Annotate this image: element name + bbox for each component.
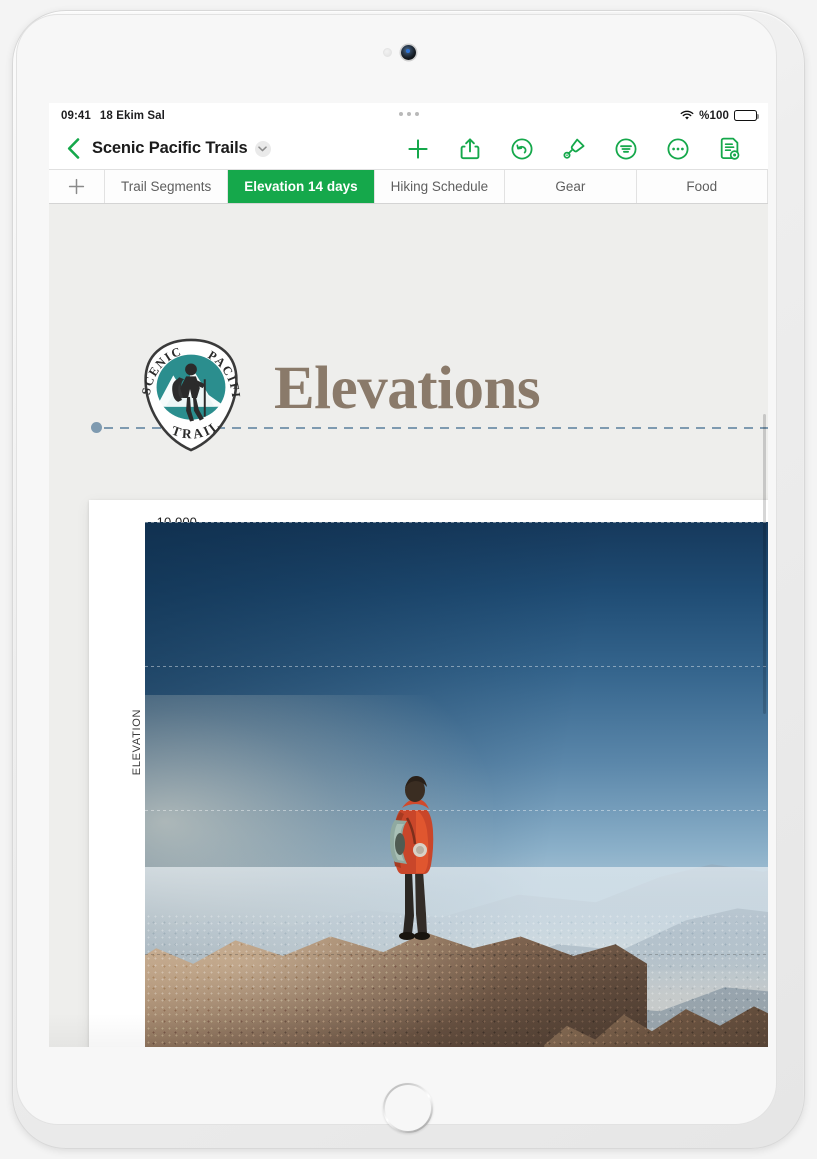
wifi-icon — [680, 110, 694, 121]
sheet-tab-elevation-14-days[interactable]: Elevation 14 days — [228, 170, 375, 203]
battery-icon — [734, 110, 760, 121]
gridline-10000 — [145, 522, 768, 523]
chevron-down-icon[interactable] — [254, 140, 271, 157]
format-button[interactable] — [548, 132, 600, 166]
sheet-tab-trail-segments[interactable]: Trail Segments — [105, 170, 229, 203]
share-button[interactable] — [444, 132, 496, 166]
add-sheet-button[interactable] — [49, 170, 105, 203]
status-bar: 09:41 18 Ekim Sal %100 — [49, 103, 768, 128]
sheet-tab-gear[interactable]: Gear — [505, 170, 637, 203]
collaborate-button[interactable] — [704, 132, 756, 166]
scenic-pacific-trails-logo: SCENIC PACIFIC TRAILS — [127, 324, 250, 454]
chart-plot-area — [145, 522, 768, 1047]
ambient-light-sensor — [383, 48, 392, 57]
app-toolbar: Scenic Pacific Trails — [49, 128, 768, 170]
battery-percentage: %100 — [699, 109, 729, 122]
more-dots-icon — [398, 112, 419, 116]
gridline-7500 — [145, 666, 768, 667]
ipad-device: 09:41 18 Ekim Sal %100 Scenic Pacific Tr… — [0, 0, 817, 1159]
sheet-tab-bar: Trail Segments Elevation 14 days Hiking … — [49, 170, 768, 204]
sheet-tab-hiking-schedule[interactable]: Hiking Schedule — [375, 170, 506, 203]
chart-heading[interactable]: Elevations — [274, 354, 541, 424]
organize-button[interactable] — [600, 132, 652, 166]
device-screen: 09:41 18 Ekim Sal %100 Scenic Pacific Tr… — [49, 103, 768, 1047]
toolbar-buttons — [392, 132, 756, 166]
gridline-5000 — [145, 810, 768, 811]
undo-button[interactable] — [496, 132, 548, 166]
back-chevron-icon[interactable] — [63, 137, 83, 161]
insert-button[interactable] — [392, 132, 444, 166]
photo-hiker — [380, 766, 448, 956]
front-camera — [401, 45, 416, 60]
more-button[interactable] — [652, 132, 704, 166]
sheet-tab-food[interactable]: Food — [637, 170, 768, 203]
gridline-2500 — [145, 954, 768, 955]
rule-anchor-dot — [91, 422, 102, 433]
status-indicators: %100 — [680, 109, 760, 122]
photo-rock-texture — [145, 913, 768, 1047]
vertical-scrollbar[interactable] — [763, 414, 766, 714]
page-title[interactable]: Scenic Pacific Trails — [92, 139, 248, 158]
spreadsheet-canvas[interactable]: SCENIC PACIFIC TRAILS Elevations ELEVATI… — [49, 204, 768, 1047]
status-date: 18 Ekim Sal — [99, 109, 165, 122]
home-button[interactable] — [383, 1083, 433, 1133]
status-time: 09:41 — [61, 109, 91, 122]
elevation-chart[interactable]: ELEVATION 10.000 7.500 5.000 2.500 — [89, 500, 768, 1047]
